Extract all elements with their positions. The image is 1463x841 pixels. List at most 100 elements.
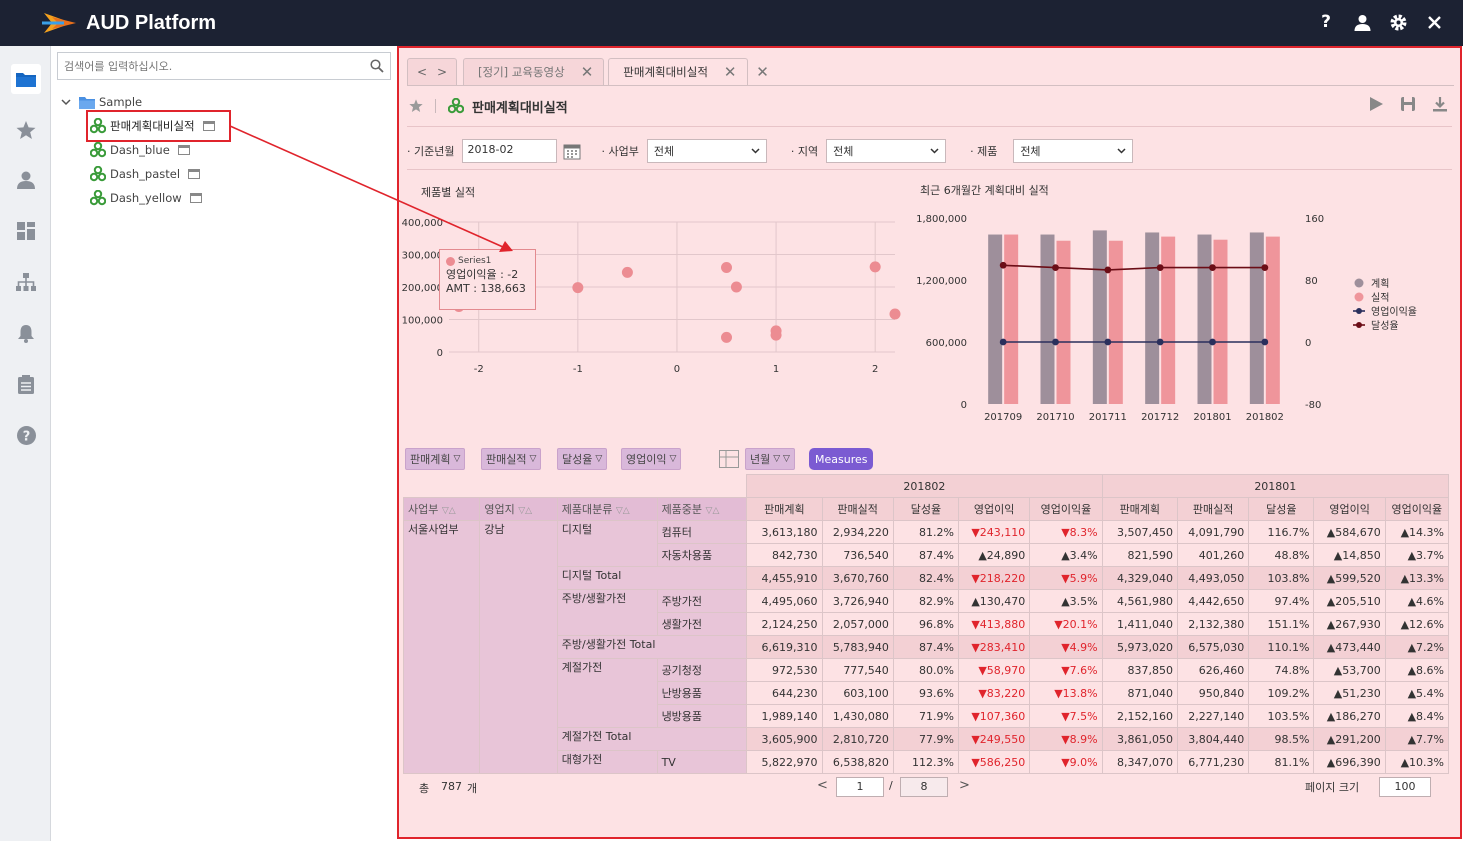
tab-sales-report[interactable]: 판매계획대비실적 ✕ [608, 58, 748, 86]
clipboard-icon[interactable] [11, 369, 41, 399]
next-page-icon[interactable]: > [959, 778, 970, 793]
x-tick-label: 201802 [1246, 412, 1284, 423]
bar-actual [1056, 240, 1071, 404]
app-title: AUD Platform [86, 11, 217, 34]
search-input[interactable] [58, 53, 358, 79]
tree-item-dash-blue[interactable]: Dash_blue [90, 140, 190, 160]
bell-icon[interactable] [11, 318, 41, 348]
user-icon[interactable] [1353, 13, 1371, 31]
value-cell: ▲3.5% [1029, 589, 1103, 613]
user-icon[interactable] [11, 165, 41, 195]
star-icon[interactable] [409, 99, 423, 113]
y2-tick-label: -80 [1305, 400, 1321, 411]
line-point [999, 338, 1007, 346]
page-input[interactable]: 1 [836, 777, 884, 797]
star-icon[interactable] [11, 115, 41, 145]
filter-field-profit[interactable]: 영업이익 ▽ [621, 448, 682, 470]
chevron-right-icon[interactable]: > [437, 65, 447, 79]
page-size-input[interactable]: 100 [1379, 777, 1431, 797]
division-select[interactable]: 전체 [646, 139, 767, 163]
table-row: 계절가전 공기청정 972,530 777,540 80.0% ▼58,970 ▼7.6% 8… [404, 658, 1450, 728]
value-cell: 2,057,000 [821, 612, 894, 636]
download-icon[interactable] [1432, 96, 1448, 112]
filter-icon[interactable]: ▽△ [616, 506, 630, 516]
prev-page-icon[interactable]: < [817, 778, 828, 793]
region-cell: 강남 [479, 520, 558, 774]
tree-item-label: Dash_blue [110, 143, 170, 157]
filter-field-rate[interactable]: 달성율 ▽ [557, 448, 608, 470]
value-cell: ▲130,470 [957, 589, 1031, 613]
filter-icon[interactable]: ▽ [669, 454, 676, 464]
filter-icon[interactable]: ▽△ [706, 506, 720, 516]
subcategory-cell: 난방용품 [656, 681, 748, 705]
tree-item-dash-yellow[interactable]: Dash_yellow [90, 188, 202, 208]
tree-folder-sample[interactable]: Sample [61, 92, 142, 112]
line-point [1156, 264, 1164, 271]
row-field-header[interactable]: 제품중분 ▽△ [656, 497, 748, 521]
row-field-header[interactable]: 사업부 ▽△ [402, 497, 481, 521]
value-cell: 626,460 [1176, 658, 1250, 682]
value-cell: ▲14,850 [1313, 543, 1386, 567]
org-chart-icon[interactable] [11, 267, 41, 297]
value-cell: 1,411,040 [1101, 612, 1178, 636]
close-icon[interactable] [1425, 13, 1443, 31]
row-field-header[interactable]: 제품대분류 ▽△ [556, 497, 658, 521]
filter-field-actual[interactable]: 판매실적 ▽ [481, 448, 542, 470]
scatter-point [869, 261, 881, 273]
tab-training-video[interactable]: [정기] 교육동영상 ✕ [463, 58, 605, 86]
report-icon [90, 142, 106, 158]
table-row: 서울사업부 강남 디지털 컴퓨터 3,613,180 2,934,220 81.2% ▼243… [402, 520, 1450, 774]
tab-nav[interactable]: < > [407, 58, 457, 86]
product-select[interactable]: 전체 [1013, 139, 1134, 163]
value-cell: 3,670,760 [821, 566, 894, 590]
help-icon[interactable]: ? [11, 420, 41, 450]
folder-icon[interactable] [11, 64, 41, 94]
tree-item-dash-pastel[interactable]: Dash_pastel [90, 164, 201, 184]
y-tick-label: 0 [961, 400, 967, 411]
measures-chip[interactable]: Measures [809, 448, 874, 470]
play-icon[interactable] [1368, 96, 1384, 112]
search-box [57, 52, 391, 80]
dashboard-icon[interactable] [11, 216, 41, 246]
window-icon[interactable] [189, 193, 202, 203]
line-point [1052, 338, 1059, 346]
close-icon[interactable]: ✕ [581, 63, 594, 81]
gear-icon[interactable] [1389, 13, 1407, 31]
tooltip-line1: 영업이익율 : -2 [446, 268, 519, 281]
layout-toggle-icon[interactable] [719, 450, 739, 468]
value-cell: 96.8% [892, 612, 959, 636]
selection-highlight [86, 110, 231, 142]
y2-tick-label: 0 [1305, 338, 1311, 349]
value-cell: ▼283,410 [957, 635, 1031, 659]
row-field-label: 제품대분류 [561, 503, 613, 516]
filter-icon[interactable]: ▽△ [518, 506, 532, 516]
filter-icon[interactable]: ▽△ [442, 506, 456, 516]
help-icon[interactable]: ? [1317, 12, 1335, 32]
value-cell: 837,850 [1101, 658, 1178, 682]
row-field-header[interactable]: 영업지 ▽△ [479, 497, 558, 521]
value-cell: 93.6% [892, 681, 959, 705]
window-icon[interactable] [177, 145, 190, 155]
table-row: 주방/생활가전 Total 6,619,310 5,783,940 87.4% ▼283… [404, 635, 1450, 659]
value-cell: 1,430,080 [821, 704, 894, 728]
period-input[interactable]: 2018-02 [462, 139, 558, 163]
region-select[interactable]: 전체 [826, 139, 947, 163]
close-icon[interactable]: ✕ [724, 63, 737, 81]
chevron-left-icon[interactable]: < [417, 65, 427, 79]
window-icon[interactable] [188, 169, 201, 179]
filter-field-plan[interactable]: 판매계획 ▽ [405, 448, 466, 470]
save-icon[interactable] [1400, 96, 1416, 112]
bar-actual [1161, 236, 1176, 404]
filter-icon[interactable]: ▽ [595, 454, 602, 464]
filter-icon[interactable]: ▽ [453, 454, 460, 464]
tree-item-label: Dash_yellow [110, 191, 182, 205]
calendar-icon[interactable] [563, 142, 581, 160]
filter-icon[interactable]: ▽ [529, 454, 536, 464]
close-all-tabs-icon[interactable]: ✕ [752, 58, 774, 86]
chevron-down-icon[interactable] [61, 98, 71, 106]
value-cell: ▼7.6% [1029, 658, 1103, 682]
search-icon[interactable] [370, 59, 384, 73]
col-field-month[interactable]: 년월 ▽ ▽ [745, 448, 795, 470]
filter-icon[interactable]: ▽ ▽ [773, 454, 790, 464]
value-cell: 109.2% [1248, 681, 1315, 705]
